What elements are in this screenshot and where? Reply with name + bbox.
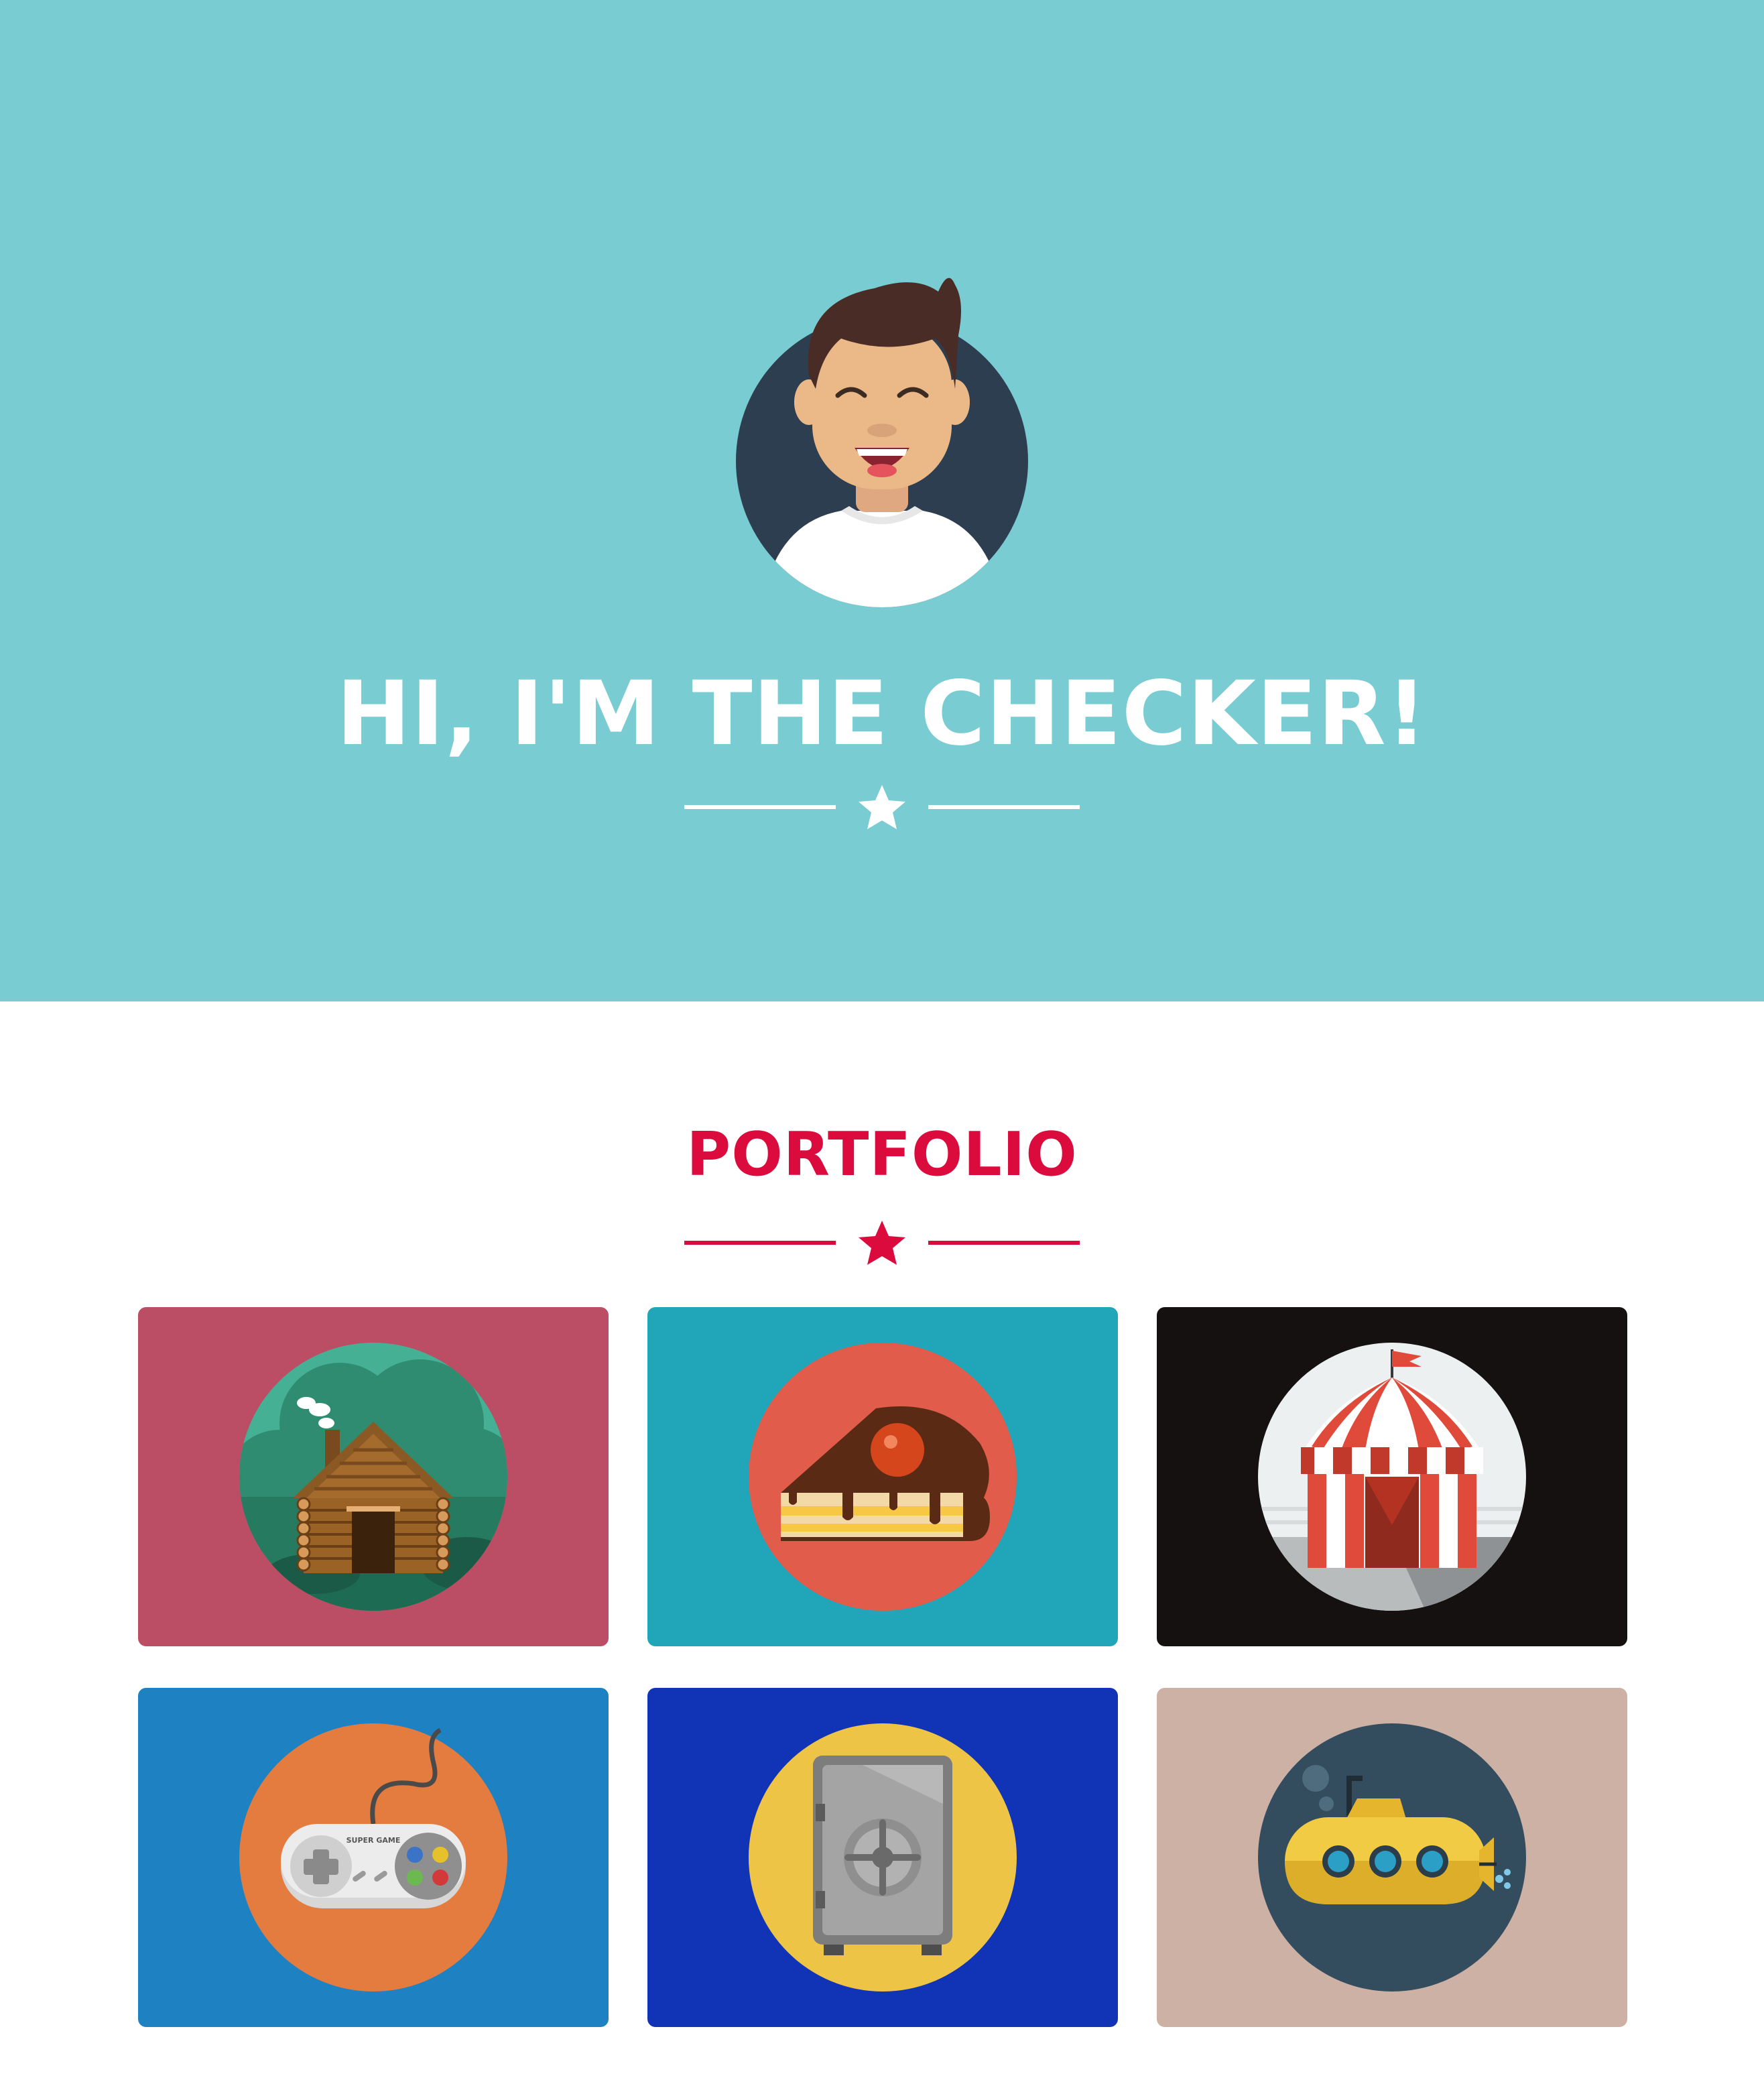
controller-label: SUPER GAME xyxy=(346,1836,401,1845)
divider-line-right xyxy=(928,1241,1080,1245)
portfolio-divider xyxy=(684,1221,1080,1265)
hero-title: HI, I'M THE CHECKER! xyxy=(336,662,1428,766)
circus-tent-icon xyxy=(1258,1343,1526,1611)
star-icon xyxy=(859,1221,905,1265)
submarine-icon xyxy=(1258,1723,1526,1992)
safe-icon xyxy=(749,1723,1017,1992)
game-controller-icon: SUPER GAME xyxy=(239,1723,507,1992)
avatar-icon xyxy=(736,278,1028,607)
hero-section: HI, I'M THE CHECKER! xyxy=(0,0,1764,1001)
portfolio-item-cabin[interactable] xyxy=(138,1307,609,1646)
hero-divider xyxy=(684,785,1080,829)
portfolio-item-safe[interactable] xyxy=(647,1688,1118,2027)
divider-line-left xyxy=(684,805,836,809)
cake-slice-icon xyxy=(749,1343,1017,1611)
portfolio-title: PORTFOLIO xyxy=(686,1119,1078,1190)
divider-line-left xyxy=(684,1241,836,1245)
portfolio-item-cake[interactable] xyxy=(647,1307,1118,1646)
star-icon xyxy=(859,785,905,829)
portfolio-item-circus[interactable] xyxy=(1157,1307,1627,1646)
divider-line-right xyxy=(928,805,1080,809)
portfolio-item-controller[interactable]: SUPER GAME xyxy=(138,1688,609,2027)
portfolio-item-submarine[interactable] xyxy=(1157,1688,1627,2027)
log-cabin-icon xyxy=(239,1343,507,1611)
